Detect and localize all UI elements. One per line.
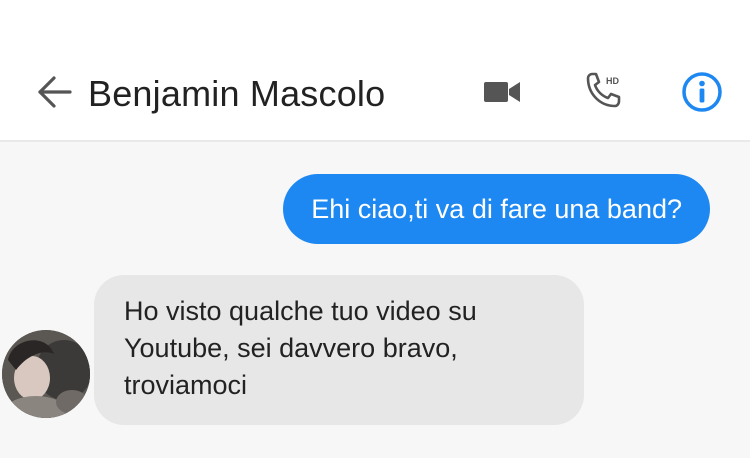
hd-badge: HD [606,76,619,86]
avatar[interactable] [2,330,90,418]
info-icon[interactable] [680,70,724,114]
outgoing-message-bubble[interactable]: Ehi ciao,ti va di fare una band? [283,174,710,244]
arrow-left-icon[interactable] [34,72,74,112]
hd-phone-icon[interactable]: HD [582,70,626,114]
avatar-photo [2,330,90,418]
video-camera-icon[interactable] [480,70,524,114]
conversation-header: Benjamin Mascolo HD [0,0,750,140]
incoming-message-bubble[interactable]: Ho visto qualche tuo video su Youtube, s… [94,275,584,425]
contact-name[interactable]: Benjamin Mascolo [88,73,385,115]
